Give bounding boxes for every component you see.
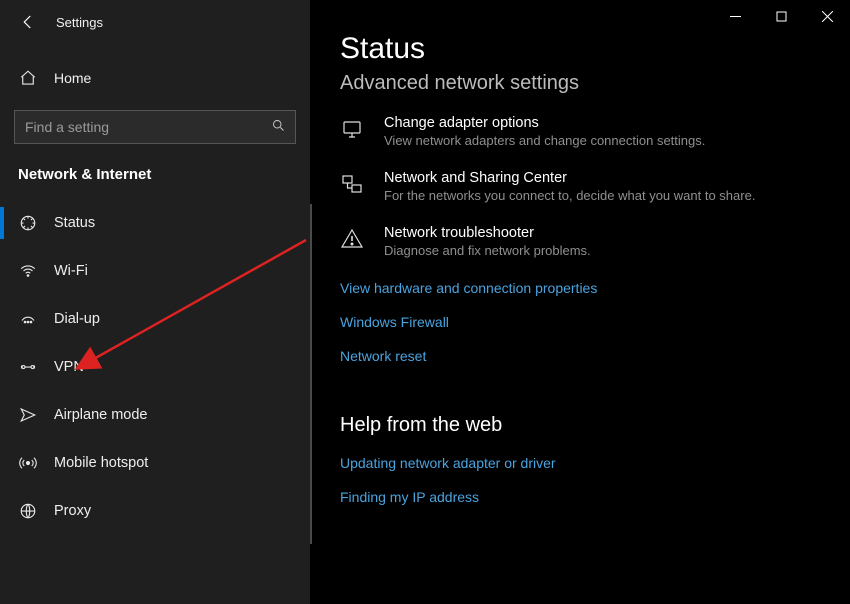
warning-icon [340, 227, 366, 253]
link-network-reset[interactable]: Network reset [340, 348, 822, 364]
nav-label: Proxy [54, 503, 91, 519]
link-firewall[interactable]: Windows Firewall [340, 314, 822, 330]
nav-label: Wi-Fi [54, 263, 88, 279]
proxy-icon [18, 501, 38, 521]
option-sharing[interactable]: Network and Sharing Center For the netwo… [340, 170, 822, 203]
page-title: Status [340, 32, 822, 66]
sidebar: Settings Home Network & Internet Status … [0, 0, 310, 604]
nav-list: Status Wi-Fi Dial-up VPN Airplane mode M… [0, 199, 310, 535]
option-title: Change adapter options [384, 115, 705, 131]
search-input[interactable] [14, 110, 296, 144]
nav-label: Airplane mode [54, 407, 148, 423]
hotspot-icon [18, 453, 38, 473]
window-title: Settings [56, 15, 103, 30]
back-button[interactable] [14, 8, 42, 36]
option-adapter[interactable]: Change adapter options View network adap… [340, 115, 822, 148]
nav-item-hotspot[interactable]: Mobile hotspot [0, 439, 310, 487]
nav-item-dialup[interactable]: Dial-up [0, 295, 310, 343]
wifi-icon [18, 261, 38, 281]
search-wrap [14, 110, 296, 144]
nav-label: Status [54, 215, 95, 231]
option-desc: Diagnose and fix network problems. [384, 243, 591, 258]
main-panel: Status Advanced network settings Change … [310, 0, 850, 604]
link-hardware-props[interactable]: View hardware and connection properties [340, 280, 822, 296]
adapter-icon [340, 117, 366, 143]
help-link-driver[interactable]: Updating network adapter or driver [340, 455, 822, 471]
vpn-icon [18, 357, 38, 377]
nav-label: VPN [54, 359, 84, 375]
home-label: Home [54, 70, 91, 86]
option-title: Network and Sharing Center [384, 170, 755, 186]
status-icon [18, 213, 38, 233]
option-desc: View network adapters and change connect… [384, 133, 705, 148]
search-icon [271, 118, 286, 136]
sharing-icon [340, 172, 366, 198]
option-title: Network troubleshooter [384, 225, 591, 241]
section-subheading: Advanced network settings [340, 72, 822, 95]
airplane-icon [18, 405, 38, 425]
nav-item-airplane[interactable]: Airplane mode [0, 391, 310, 439]
content: Status Advanced network settings Change … [310, 0, 850, 604]
nav-label: Dial-up [54, 311, 100, 327]
dialup-icon [18, 309, 38, 329]
category-heading: Network & Internet [18, 166, 310, 183]
option-desc: For the networks you connect to, decide … [384, 188, 755, 203]
home-icon [18, 68, 38, 88]
home-nav[interactable]: Home [0, 58, 310, 98]
nav-label: Mobile hotspot [54, 455, 148, 471]
help-heading: Help from the web [340, 414, 822, 437]
nav-item-status[interactable]: Status [0, 199, 310, 247]
nav-item-proxy[interactable]: Proxy [0, 487, 310, 535]
nav-item-vpn[interactable]: VPN [0, 343, 310, 391]
sidebar-top: Settings [0, 0, 310, 44]
option-troubleshoot[interactable]: Network troubleshooter Diagnose and fix … [340, 225, 822, 258]
help-link-ip[interactable]: Finding my IP address [340, 489, 822, 505]
nav-item-wifi[interactable]: Wi-Fi [0, 247, 310, 295]
